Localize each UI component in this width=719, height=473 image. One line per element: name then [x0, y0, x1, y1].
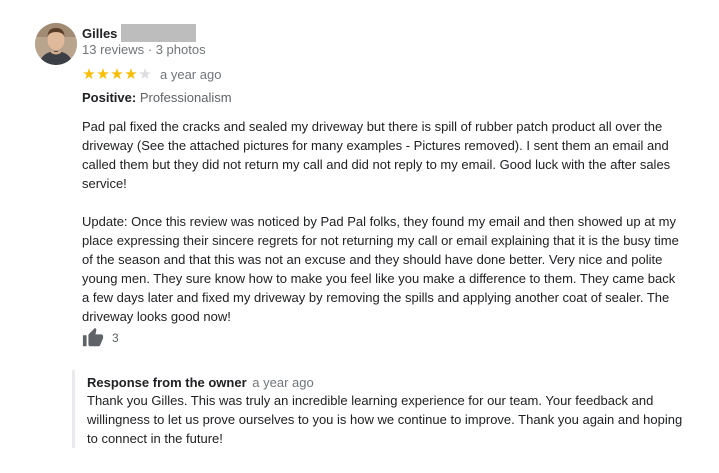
star-empty-icon: ★: [138, 64, 152, 83]
review-text: Pad pal fixed the cracks and sealed my d…: [82, 117, 682, 326]
thumbs-up-icon[interactable]: [82, 327, 104, 349]
reviewer-meta[interactable]: 13 reviews · 3 photos: [82, 42, 206, 57]
positive-label: Positive:: [82, 90, 137, 105]
like-row: 3: [82, 327, 119, 349]
owner-response-label: Response from the owner: [87, 375, 247, 390]
owner-response: Response from the owner a year ago Thank…: [72, 370, 690, 448]
owner-response-header: Response from the owner a year ago: [87, 375, 314, 390]
avatar[interactable]: [35, 23, 77, 65]
star-filled-icon: ★: [96, 64, 110, 83]
name-redaction: [121, 24, 197, 42]
review-card: Gilles 13 reviews · 3 photos ★ ★ ★ ★ ★ a…: [0, 0, 719, 473]
star-filled-icon: ★: [82, 64, 96, 83]
star-filled-icon: ★: [110, 64, 124, 83]
owner-response-text: Thank you Gilles. This was truly an incr…: [87, 393, 683, 446]
reviewer-name[interactable]: Gilles: [82, 26, 117, 41]
review-paragraph: Update: Once this review was noticed by …: [82, 214, 679, 324]
like-count: 3: [112, 331, 119, 345]
person-photo-icon: [35, 23, 77, 65]
review-date: a year ago: [160, 66, 222, 82]
owner-response-date: a year ago: [252, 375, 314, 390]
rating-row: ★ ★ ★ ★ ★ a year ago: [82, 64, 221, 84]
review-paragraph: Pad pal fixed the cracks and sealed my d…: [82, 119, 671, 191]
positive-attributes: Positive: Professionalism: [82, 90, 232, 105]
star-rating: ★ ★ ★ ★ ★: [82, 64, 152, 83]
star-filled-icon: ★: [124, 64, 138, 83]
positive-value: Professionalism: [139, 90, 232, 105]
reviewer-name-row: Gilles: [82, 23, 197, 43]
